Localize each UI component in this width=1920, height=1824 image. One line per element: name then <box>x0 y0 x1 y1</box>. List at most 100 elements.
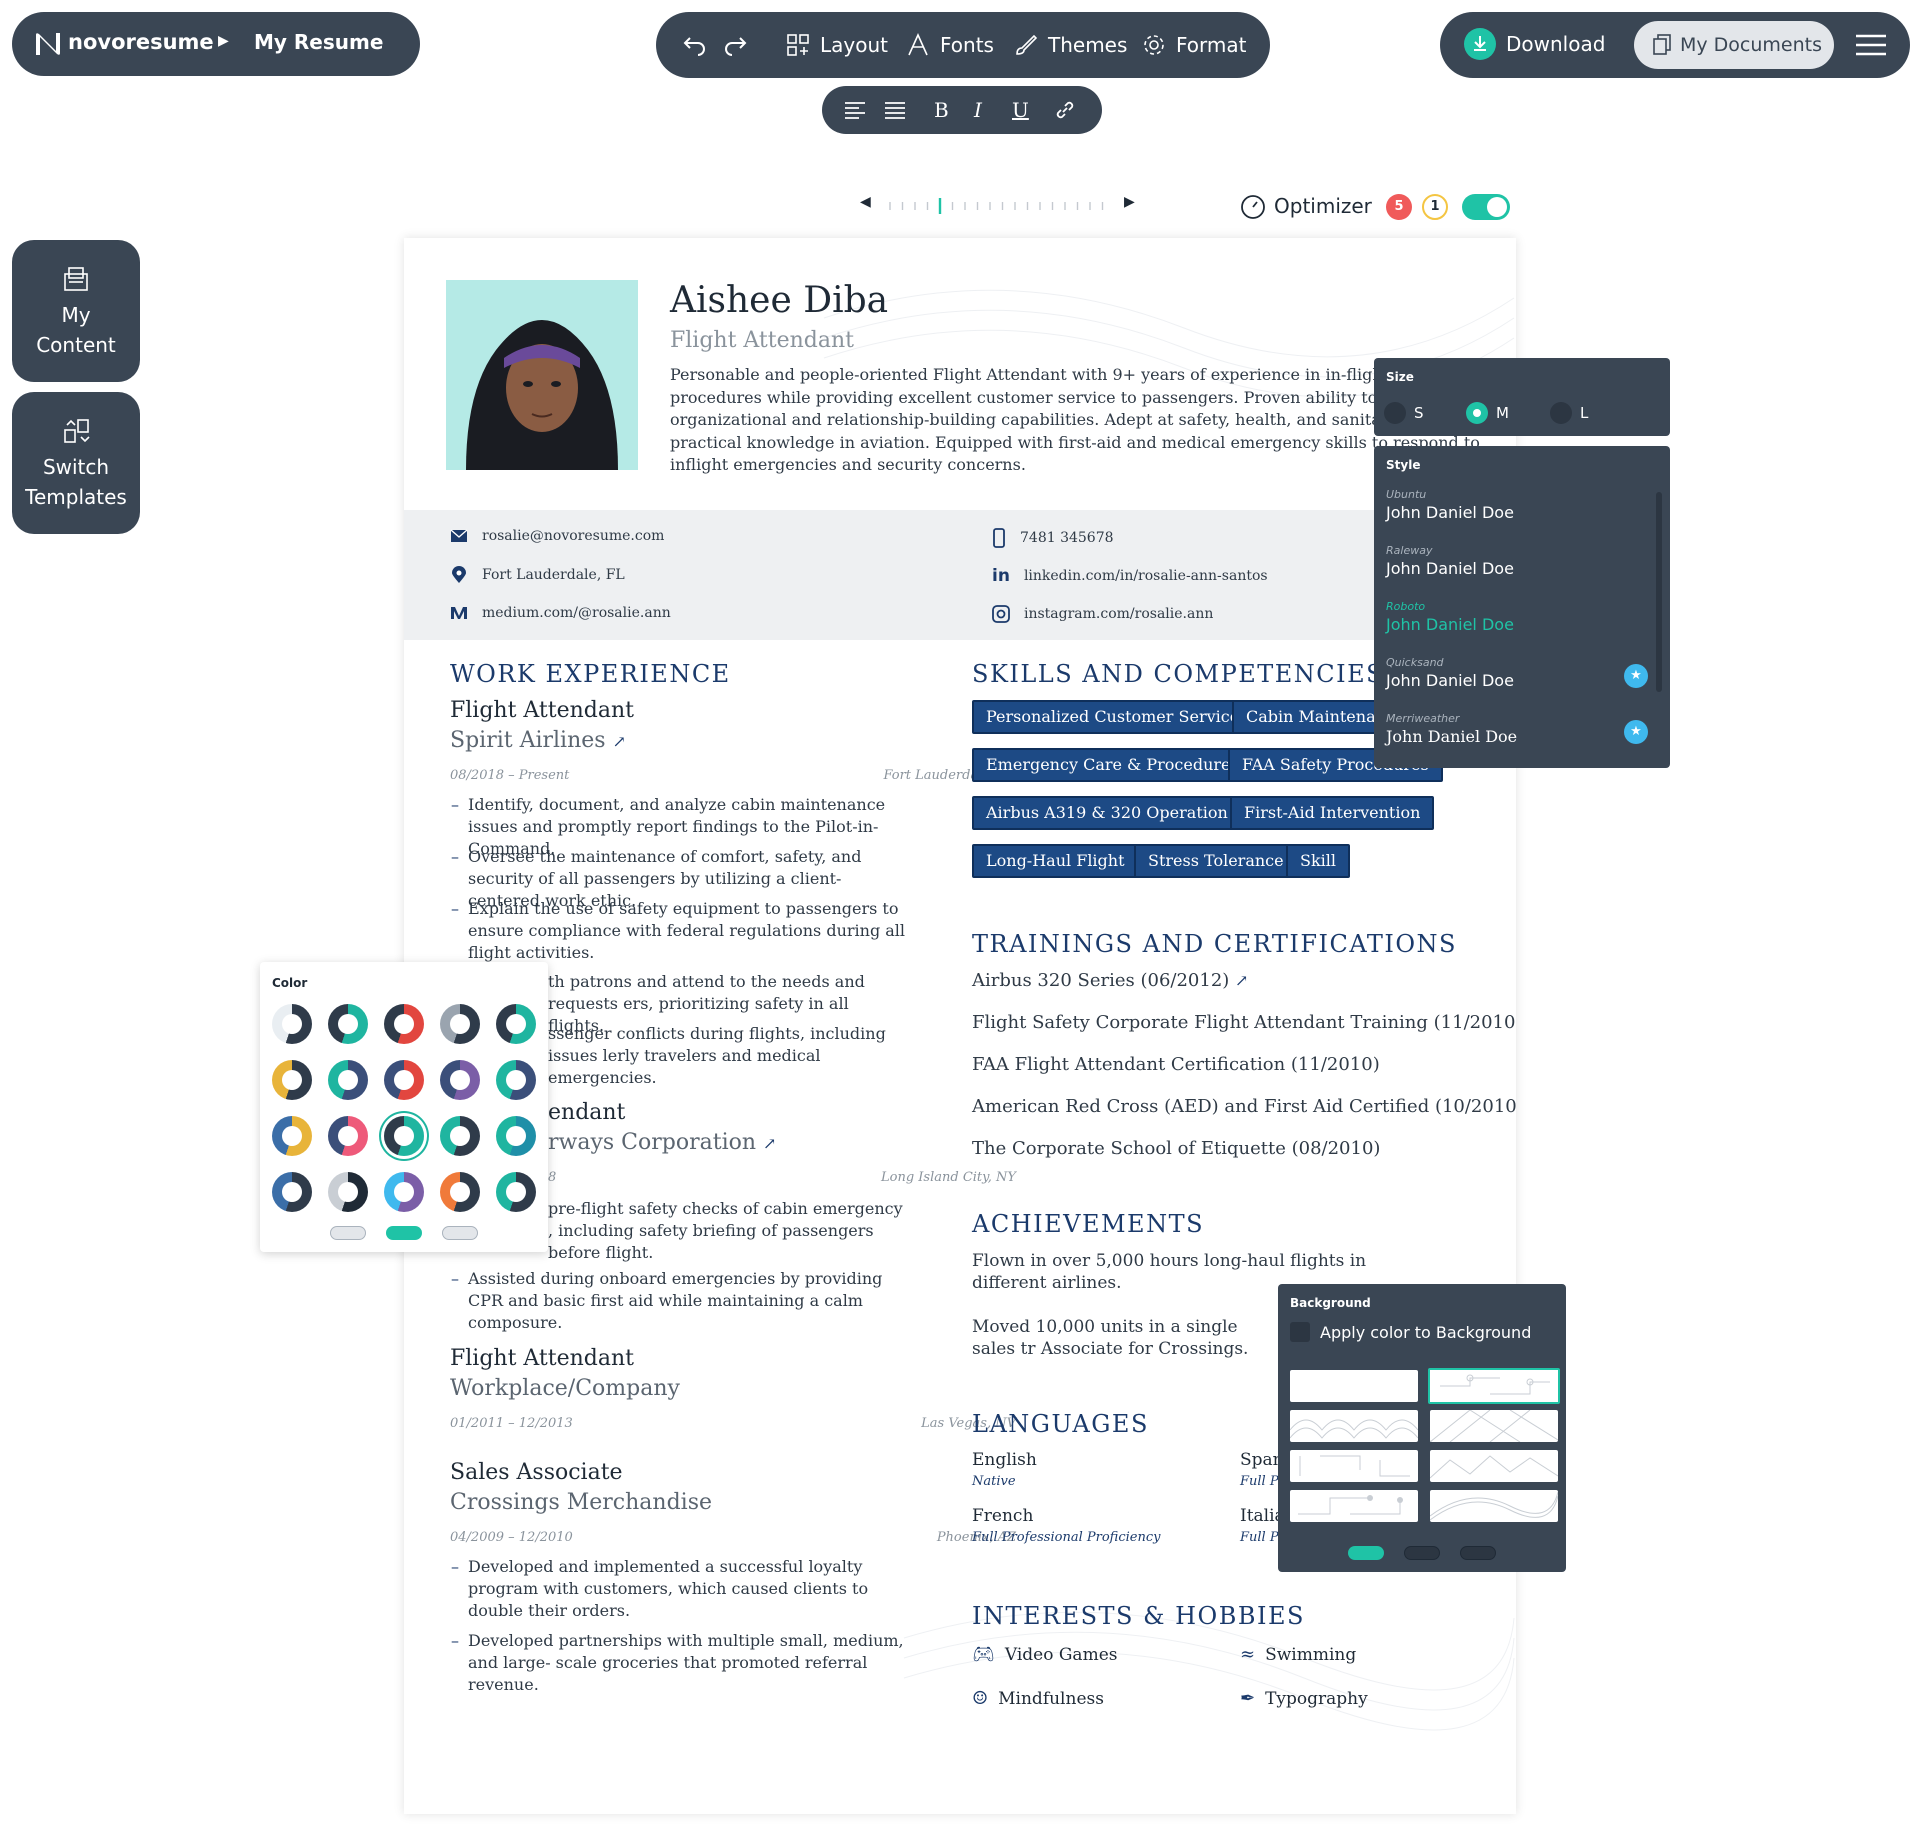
align-left-icon[interactable] <box>844 100 866 120</box>
color-swatch[interactable] <box>496 1172 536 1212</box>
fonts-button[interactable]: Fonts <box>906 33 994 57</box>
interest-item[interactable]: ≈ Swimming <box>1240 1644 1356 1665</box>
job-bullet[interactable]: Explain the use of safety equipment to p… <box>451 898 908 964</box>
apply-background-checkbox[interactable]: Apply color to Background <box>1290 1322 1531 1342</box>
color-swatch[interactable] <box>496 1004 536 1044</box>
contact-medium[interactable]: medium.com/@rosalie.ann <box>450 605 671 621</box>
contact-phone[interactable]: 7481 345678 <box>992 528 1114 548</box>
background-option-plain[interactable] <box>1290 1370 1418 1402</box>
training-item[interactable]: Flight Safety Corporate Flight Attendant… <box>972 1012 1516 1033</box>
optimizer-warning-badge[interactable]: 1 <box>1422 194 1448 220</box>
background-page-dot-active[interactable] <box>1348 1546 1384 1560</box>
background-option-mountains[interactable] <box>1429 1450 1559 1482</box>
skill-tag[interactable]: Cabin Maintenance <box>1232 700 1378 734</box>
next-page-icon[interactable]: ▶ <box>1124 194 1135 210</box>
training-item[interactable]: FAA Flight Attendant Certification (11/2… <box>972 1054 1380 1075</box>
color-swatch[interactable] <box>496 1116 536 1156</box>
background-option-waves[interactable] <box>1289 1410 1419 1442</box>
optimizer-error-badge[interactable]: 5 <box>1386 194 1412 220</box>
job-title[interactable]: Flight Attendant <box>450 1346 634 1371</box>
background-page-dot[interactable] <box>1460 1546 1496 1560</box>
font-option-ubuntu[interactable]: Ubuntu John Daniel Doe <box>1386 488 1514 522</box>
color-swatch[interactable] <box>496 1060 536 1100</box>
training-item[interactable]: Airbus 320 Series (06/2012) ↗ <box>972 970 1248 991</box>
skill-tag[interactable]: Stress Tolerance <box>1134 844 1298 878</box>
job-bullet[interactable]: Developed partnerships with multiple sma… <box>451 1630 908 1696</box>
italic-button[interactable]: I <box>974 98 982 122</box>
profile-photo[interactable] <box>446 280 638 470</box>
color-swatch[interactable] <box>384 1116 424 1156</box>
job-company[interactable]: Workplace/Company <box>450 1376 680 1401</box>
undo-icon[interactable] <box>682 34 708 56</box>
external-link-icon[interactable]: ↗ <box>613 732 626 751</box>
style-panel-scrollbar[interactable] <box>1656 492 1662 692</box>
job-title[interactable]: endant <box>548 1100 625 1125</box>
redo-icon[interactable] <box>722 34 748 56</box>
contact-linkedin[interactable]: in linkedin.com/in/rosalie-ann-santos <box>992 566 1268 586</box>
job-company[interactable]: Spirit Airlines ↗ <box>450 728 626 753</box>
background-page-dot[interactable] <box>1404 1546 1440 1560</box>
skill-tag[interactable]: Long-Haul Flight <box>972 844 1139 878</box>
color-page-dot[interactable] <box>442 1226 478 1240</box>
job-bullet[interactable]: ssenger conflicts during flights, includ… <box>531 1023 908 1089</box>
color-swatch[interactable] <box>272 1060 312 1100</box>
skill-tag[interactable]: Personalized Customer Service <box>972 700 1254 734</box>
interests-heading[interactable]: INTERESTS & HOBBIES <box>972 1602 1305 1630</box>
color-swatch[interactable] <box>328 1004 368 1044</box>
color-page-dot-active[interactable] <box>386 1226 422 1240</box>
page-scroller[interactable]: ◀ ▶ <box>860 194 1140 216</box>
background-option-circuit[interactable] <box>1428 1368 1560 1404</box>
color-page-dot[interactable] <box>330 1226 366 1240</box>
color-swatch[interactable] <box>384 1060 424 1100</box>
job-company[interactable]: rways Corporation ↗ <box>548 1130 776 1155</box>
color-swatch[interactable] <box>272 1004 312 1044</box>
skill-tag[interactable]: Airbus A319 & 320 Operation <box>972 796 1242 830</box>
color-swatch[interactable] <box>440 1172 480 1212</box>
job-bullet[interactable]: Assisted during onboard emergencies by p… <box>451 1268 908 1334</box>
job-title[interactable]: Flight Attendant <box>450 698 634 723</box>
resume-name[interactable]: Aishee Diba <box>670 280 888 321</box>
format-button[interactable]: Format <box>1142 33 1246 57</box>
interest-item[interactable]: 🎮︎ Video Games <box>972 1644 1117 1665</box>
skills-heading[interactable]: SKILLS AND COMPETENCIES <box>972 660 1384 688</box>
job-bullet[interactable]: pre-flight safety checks of cabin emerge… <box>531 1198 908 1264</box>
color-swatch[interactable] <box>440 1004 480 1044</box>
background-option-nodes[interactable] <box>1290 1490 1418 1522</box>
underline-button[interactable]: U <box>1012 98 1029 122</box>
external-link-icon[interactable]: ↗ <box>763 1134 776 1153</box>
bold-button[interactable]: B <box>934 98 949 122</box>
link-icon[interactable] <box>1054 99 1076 121</box>
color-swatch[interactable] <box>328 1116 368 1156</box>
font-option-quicksand[interactable]: Quicksand John Daniel Doe <box>1386 656 1514 690</box>
skill-tag[interactable]: Skill <box>1286 844 1351 878</box>
optimizer-toggle[interactable] <box>1462 194 1510 220</box>
size-option-m[interactable]: M <box>1466 402 1509 424</box>
job-bullet[interactable]: Developed and implemented a successful l… <box>451 1556 908 1622</box>
font-option-merriweather[interactable]: Merriweather John Daniel Doe <box>1386 712 1517 746</box>
brand-name[interactable]: novoresume <box>68 30 214 54</box>
background-option-grid[interactable] <box>1290 1450 1418 1482</box>
skill-tag[interactable]: Emergency Care & Procedures <box>972 748 1253 782</box>
size-option-l[interactable]: L <box>1550 402 1588 424</box>
color-swatch[interactable] <box>328 1172 368 1212</box>
color-swatch[interactable] <box>440 1116 480 1156</box>
background-option-curves[interactable] <box>1429 1490 1559 1522</box>
font-option-raleway[interactable]: Raleway John Daniel Doe <box>1386 544 1514 578</box>
size-option-s[interactable]: S <box>1384 402 1424 424</box>
job-company[interactable]: Crossings Merchandise <box>450 1490 712 1515</box>
download-button[interactable]: Download <box>1464 28 1605 60</box>
color-swatch[interactable] <box>440 1060 480 1100</box>
work-experience-heading[interactable]: WORK EXPERIENCE <box>450 660 731 688</box>
resume-title[interactable]: Flight Attendant <box>670 328 854 353</box>
external-link-icon[interactable]: ↗ <box>1235 971 1248 990</box>
training-item[interactable]: American Red Cross (AED) and First Aid C… <box>972 1096 1516 1117</box>
contact-location[interactable]: Fort Lauderdale, FL <box>450 566 625 584</box>
hamburger-menu-icon[interactable] <box>1854 33 1888 57</box>
interest-item[interactable]: ✒ Typography <box>1240 1688 1368 1709</box>
background-option-lines[interactable] <box>1429 1409 1559 1443</box>
languages-heading[interactable]: LANGUAGES <box>972 1410 1149 1438</box>
color-swatch[interactable] <box>328 1060 368 1100</box>
achievements-heading[interactable]: ACHIEVEMENTS <box>972 1210 1204 1238</box>
color-swatch[interactable] <box>384 1004 424 1044</box>
my-content-button[interactable]: My Content <box>12 240 140 382</box>
